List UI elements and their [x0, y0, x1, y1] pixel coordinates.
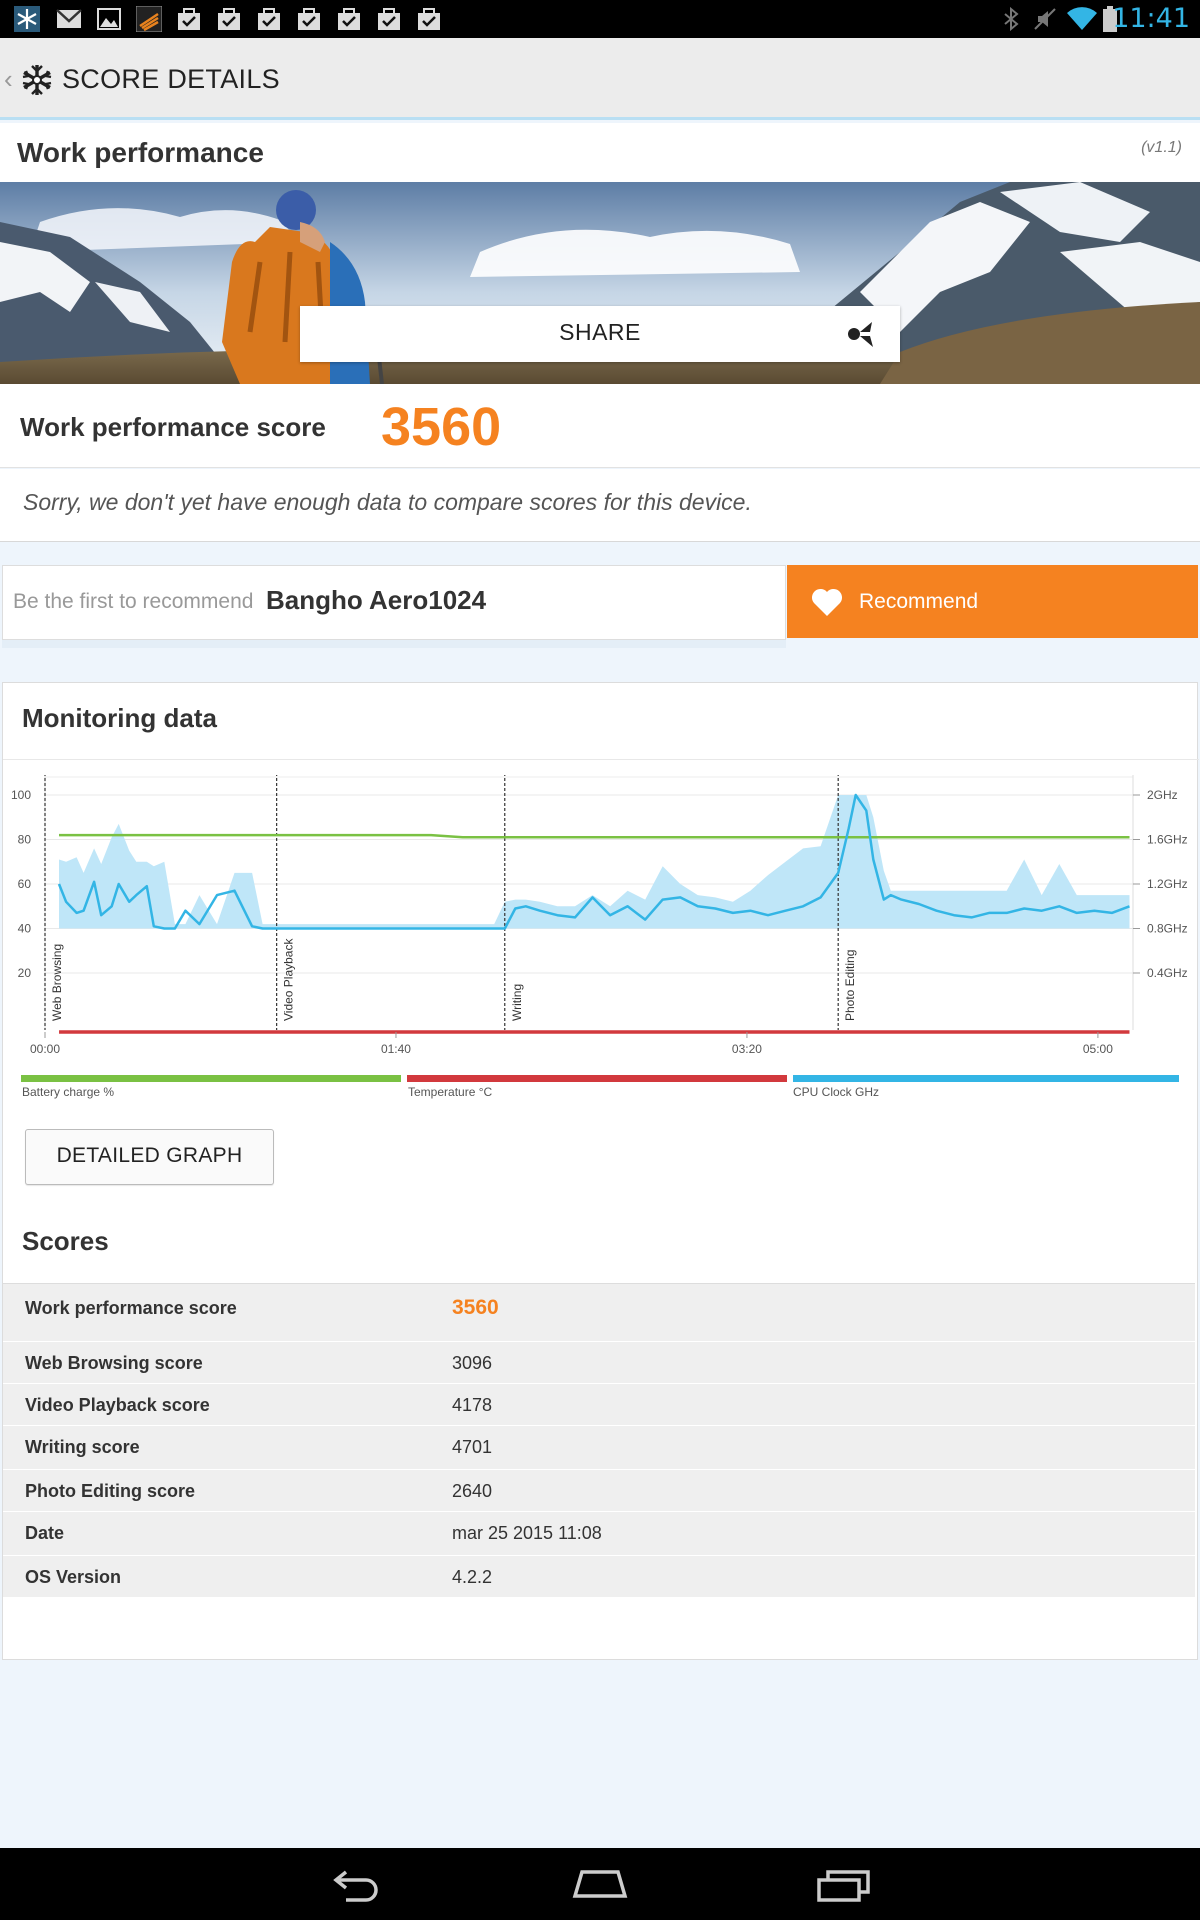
section-label: Web Browsing	[50, 944, 64, 1021]
score-row-label: Work performance score	[25, 1298, 237, 1318]
section-title: Work performance	[17, 137, 264, 168]
recommend-button[interactable]: Recommend	[787, 565, 1198, 638]
action-bar: ‹ SCORE DETAILS	[0, 38, 1200, 120]
device-name: Bangho Aero1024	[266, 585, 487, 615]
scores-title: Scores	[22, 1226, 109, 1256]
legend-temperature-label: Temperature °C	[408, 1085, 493, 1099]
task-icon	[378, 8, 400, 30]
divider	[3, 759, 1199, 760]
score-row-value: 4178	[452, 1395, 493, 1415]
page-title: SCORE DETAILS	[62, 64, 280, 94]
score-row-label: Writing score	[25, 1437, 140, 1457]
score-row: Writing score 4701	[3, 1426, 1195, 1470]
monitoring-title: Monitoring data	[22, 703, 217, 733]
task-icon	[258, 8, 280, 30]
score-row: Date mar 25 2015 11:08	[3, 1512, 1195, 1556]
score-row: OS Version 4.2.2	[3, 1556, 1195, 1598]
x-tick-label: 01:40	[381, 1042, 411, 1056]
y-tick-label: 60	[18, 877, 32, 891]
status-bar: 11:41	[0, 0, 1200, 38]
heart-icon	[811, 588, 843, 616]
version-label: (v1.1)	[1141, 139, 1182, 156]
score-row-value: mar 25 2015 11:08	[452, 1523, 602, 1543]
score-row-label: Web Browsing score	[25, 1353, 203, 1373]
score-row-value: 3560	[452, 1296, 499, 1319]
y-axis-right: 2GHz 1.6GHz 1.2GHz 0.8GHz 0.4GHz	[1133, 788, 1188, 980]
y-tick-label: 20	[18, 966, 32, 980]
legend-cpu-label: CPU Clock GHz	[793, 1085, 880, 1099]
score-value: 3560	[381, 397, 502, 457]
task-icon	[218, 8, 240, 30]
task-icon	[338, 8, 360, 30]
score-row: Work performance score 3560	[3, 1284, 1195, 1342]
home-icon[interactable]	[572, 1866, 628, 1902]
detailed-graph-button[interactable]: DETAILED GRAPH	[25, 1129, 274, 1185]
x-tick-label: 00:00	[30, 1042, 60, 1056]
legend-battery-swatch	[21, 1075, 401, 1082]
status-time: 11:41	[1112, 3, 1190, 34]
wifi-icon	[1067, 7, 1097, 30]
task-icon	[178, 8, 200, 30]
score-row-label: Date	[25, 1523, 65, 1543]
y-tick-label: 1.6GHz	[1147, 833, 1188, 847]
legend-battery-label: Battery charge %	[22, 1085, 115, 1099]
y-tick-label: 1.2GHz	[1147, 877, 1188, 891]
legend-cpu-swatch	[793, 1075, 1179, 1082]
task-icon	[418, 8, 440, 30]
score-row-label: Photo Editing score	[25, 1481, 196, 1501]
score-row: Video Playback score 4178	[3, 1384, 1195, 1426]
monitoring-chart: Web Browsing Video Playback Writing Photo E…	[11, 775, 1188, 1056]
x-tick-label: 03:20	[732, 1042, 762, 1056]
task-icon	[298, 8, 320, 30]
app-logo-icon[interactable]	[20, 63, 54, 97]
recommend-prompt: Be the first to recommend Bangho Aero102…	[2, 565, 786, 640]
app-icon	[136, 6, 162, 32]
score-row-value: 4.2.2	[452, 1567, 493, 1587]
work-performance-header: Work performance (v1.1)	[0, 123, 1200, 182]
gmail-icon	[56, 9, 82, 28]
comparison-message: Sorry, we don't yet have enough data to …	[0, 469, 1200, 542]
main-score-row: Work performance score 3560	[0, 384, 1200, 468]
share-label: SHARE	[559, 319, 641, 345]
y-tick-label: 80	[18, 833, 32, 847]
section-label: Writing	[510, 984, 524, 1021]
score-row: Web Browsing score 3096	[3, 1342, 1195, 1384]
share-button[interactable]: SHARE	[300, 306, 900, 362]
score-label: Work performance score	[20, 412, 326, 442]
section-label: Video Playback	[282, 938, 296, 1022]
recommend-prefix: Be the first to recommend	[13, 590, 254, 613]
recommend-divider	[2, 640, 786, 648]
detailed-graph-label: DETAILED GRAPH	[56, 1144, 243, 1167]
score-row: Photo Editing score 2640	[3, 1470, 1195, 1512]
score-row-value: 3096	[452, 1353, 493, 1373]
monitoring-card: Monitoring data Web Browsing Video Playba…	[2, 682, 1199, 1660]
x-axis: 00:00 01:40 03:20 05:00	[30, 1032, 1113, 1056]
y-tick-label: 0.4GHz	[1147, 966, 1188, 980]
y-axis-left: 100 80 60 40 20	[11, 788, 31, 980]
bluetooth-icon	[1004, 6, 1019, 32]
y-tick-label: 100	[11, 788, 31, 802]
mute-icon	[1034, 8, 1056, 30]
snowflake-app-icon	[14, 6, 40, 32]
score-row-value: 4701	[452, 1437, 493, 1457]
recent-apps-icon[interactable]	[816, 1866, 872, 1902]
section-label: Photo Editing	[843, 950, 857, 1021]
gallery-icon	[97, 8, 121, 30]
navigation-bar	[0, 1848, 1200, 1920]
x-tick-label: 05:00	[1083, 1042, 1113, 1056]
scores-table: Work performance score 3560 Web Browsing s…	[3, 1283, 1195, 1598]
score-row-label: Video Playback score	[25, 1395, 210, 1415]
score-row-label: OS Version	[25, 1567, 122, 1587]
share-icon	[848, 322, 873, 347]
legend-temperature-swatch	[407, 1075, 787, 1082]
y-tick-label: 0.8GHz	[1147, 922, 1188, 936]
y-tick-label: 40	[18, 922, 32, 936]
score-row-value: 2640	[452, 1481, 493, 1501]
back-icon[interactable]	[332, 1866, 382, 1902]
comparison-message-text: Sorry, we don't yet have enough data to …	[23, 489, 752, 515]
y-tick-label: 2GHz	[1147, 788, 1178, 802]
recommend-label: Recommend	[859, 590, 979, 613]
up-chevron-icon[interactable]: ‹	[4, 64, 13, 95]
